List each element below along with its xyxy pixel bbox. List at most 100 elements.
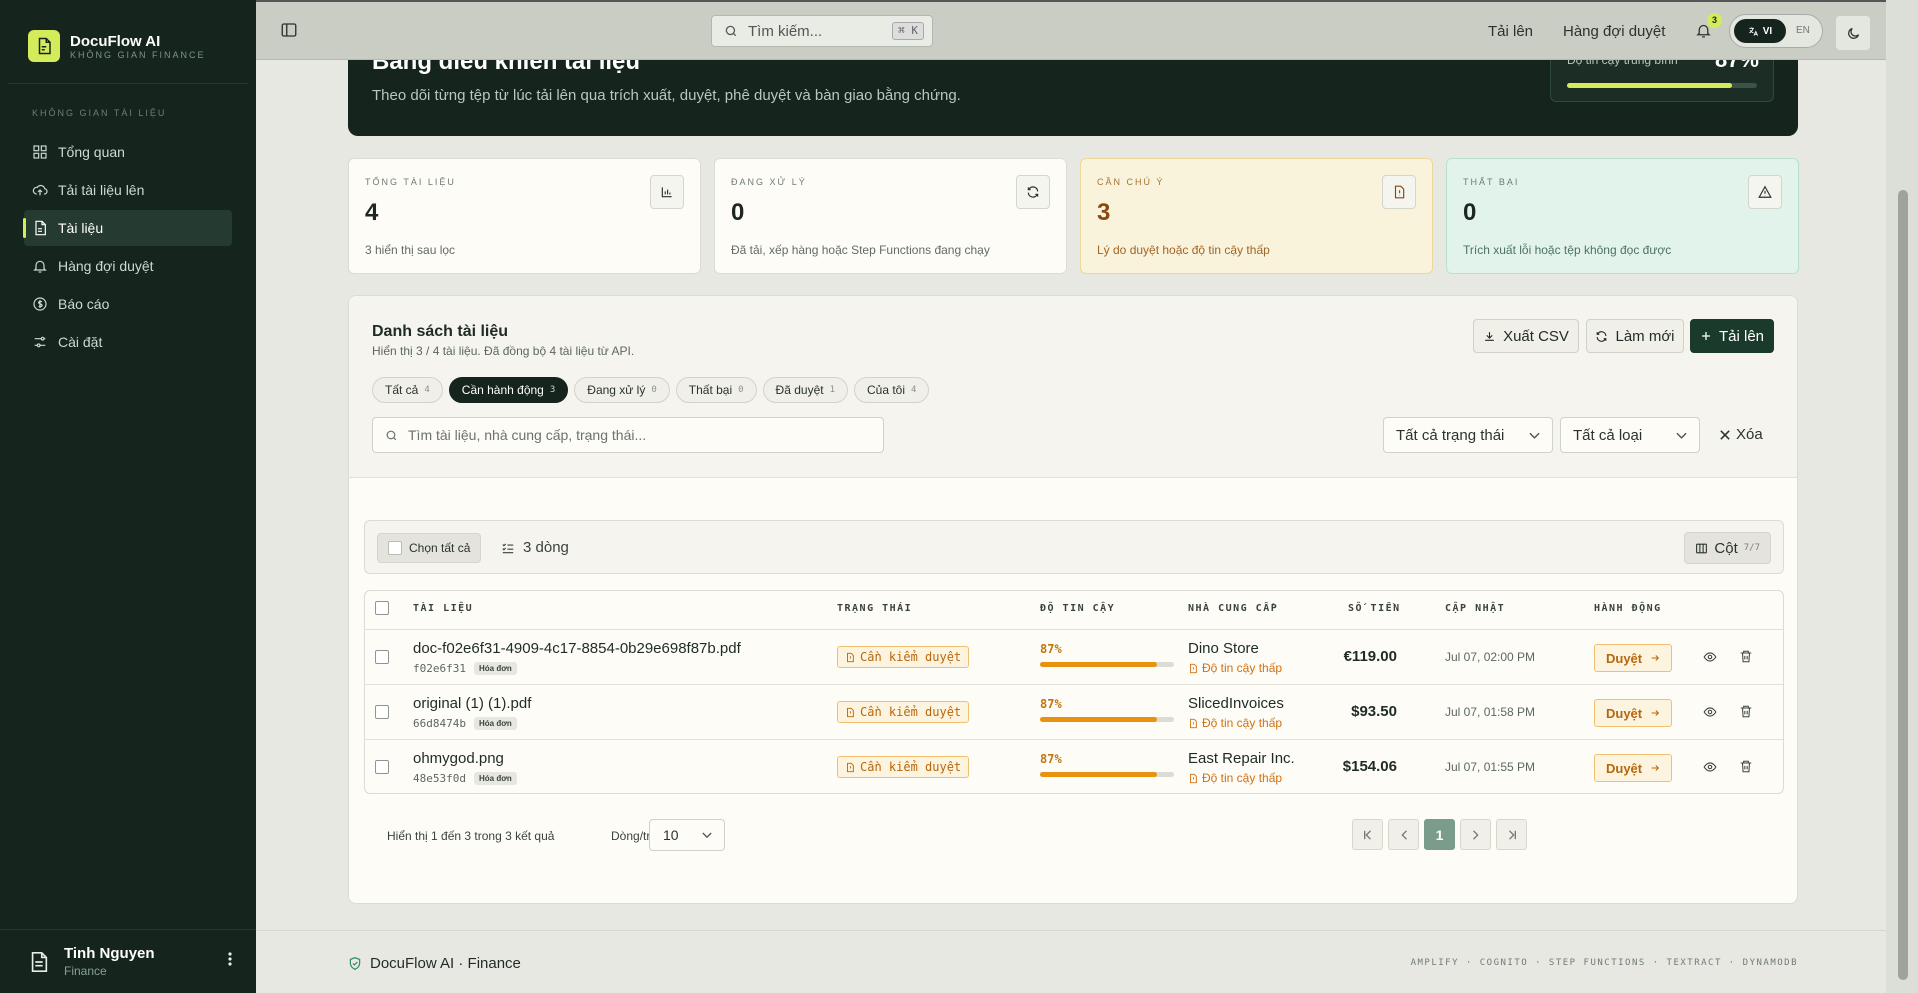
status-label: Cần kiểm duyệt (860, 705, 962, 719)
confidence-progress (1567, 83, 1757, 88)
confidence-bar-fill (1040, 662, 1157, 667)
confidence-bar-fill (1040, 772, 1157, 777)
language-vi-button[interactable]: VI (1734, 19, 1786, 43)
column-header-updated[interactable]: CẬP NHẬT (1445, 603, 1505, 614)
chip-mine[interactable]: Của tôi 4 (854, 377, 930, 403)
upload-button[interactable]: Tải lên (1690, 319, 1774, 353)
alert-file-icon (847, 762, 854, 772)
table-row[interactable]: ohmygod.png 48e53f0d Hóa đơn Cần kiểm duy… (365, 740, 1783, 795)
global-search[interactable]: Tìm kiếm... ⌘ K (711, 15, 933, 47)
select-all-checkbox[interactable] (388, 541, 402, 555)
low-confidence-flag: Độ tin cậy thấp (1188, 771, 1282, 785)
stat-label: TỔNG TÀI LIỆU (365, 177, 456, 187)
status-badge: Cần kiểm duyệt (837, 756, 970, 778)
sidebar-item-reports[interactable]: Báo cáo (24, 286, 232, 322)
stat-description: Đã tải, xếp hàng hoặc Step Functions đan… (731, 243, 990, 257)
row-checkbox[interactable] (375, 705, 389, 719)
document-name[interactable]: original (1) (1).pdf (413, 695, 531, 712)
approve-button[interactable]: Duyệt (1594, 699, 1673, 727)
confidence-cell: 87% (1040, 697, 1174, 722)
stat-description: Lý do duyệt hoặc độ tin cậy thấp (1097, 243, 1270, 257)
chip-processing[interactable]: Đang xử lý 0 (574, 377, 670, 403)
select-all-button[interactable]: Chọn tất cả (377, 533, 482, 563)
more-vertical-icon[interactable] (228, 952, 232, 966)
document-name[interactable]: ohmygod.png (413, 750, 504, 767)
cloud-upload-icon (32, 184, 48, 196)
document-type-tag: Hóa đơn (473, 772, 517, 785)
list-check-icon (502, 543, 514, 553)
page-1-button[interactable]: 1 (1424, 819, 1455, 850)
stat-label: CẦN CHÚ Ý (1097, 177, 1165, 187)
refresh-button[interactable]: Làm mới (1586, 319, 1684, 353)
column-header-confidence[interactable]: ĐỘ TIN CẬY (1040, 603, 1115, 614)
footer-brand: DocuFlow AI · Finance (348, 955, 521, 972)
table-row[interactable]: doc-f02e6f31-4909-4c17-8854-0b29e698f87b… (365, 630, 1783, 685)
type-filter-select[interactable]: Tất cả loại (1560, 417, 1700, 453)
brand[interactable]: DocuFlow AI KHÔNG GIAN FINANCE (28, 30, 206, 62)
approve-button[interactable]: Duyệt (1594, 754, 1673, 782)
user-profile[interactable]: Tinh Nguyen Finance (0, 929, 256, 993)
header-link-review-queue[interactable]: Hàng đợi duyệt (1563, 23, 1665, 40)
prev-page-button[interactable] (1388, 819, 1419, 850)
view-eye-icon[interactable] (1702, 760, 1718, 774)
view-eye-icon[interactable] (1702, 650, 1718, 664)
translate-icon (1748, 26, 1758, 36)
notification-count-badge: 3 (1707, 13, 1722, 28)
user-document-icon (31, 951, 48, 972)
approve-button[interactable]: Duyệt (1594, 644, 1673, 672)
delete-trash-icon[interactable] (1739, 759, 1753, 774)
status-label: Cần kiểm duyệt (860, 650, 962, 664)
delete-trash-icon[interactable] (1739, 704, 1753, 719)
column-header-document[interactable]: TÀI LIỆU (413, 603, 473, 614)
status-badge: Cần kiểm duyệt (837, 701, 970, 723)
header-link-upload[interactable]: Tải lên (1488, 23, 1533, 40)
rows-per-page-select[interactable]: 10 (649, 819, 725, 851)
panel-subtitle: Hiển thị 3 / 4 tài liệu. Đã đồng bộ 4 tà… (372, 344, 635, 358)
last-page-button[interactable] (1496, 819, 1527, 850)
chip-all[interactable]: Tất cả 4 (372, 377, 443, 403)
row-checkbox[interactable] (375, 650, 389, 664)
arrow-right-icon (1651, 765, 1660, 771)
updated-time: Jul 07, 01:55 PM (1445, 760, 1536, 774)
chip-needs-action[interactable]: Cần hành động 3 (448, 377, 569, 403)
first-page-button[interactable] (1352, 819, 1383, 850)
table-row[interactable]: original (1) (1).pdf 66d8474b Hóa đơn Cần… (365, 685, 1783, 740)
chip-failed[interactable]: Thất bại 0 (675, 377, 757, 403)
sidebar-item-review-queue[interactable]: Hàng đợi duyệt (24, 248, 232, 284)
sidebar-item-documents[interactable]: Tài liệu (23, 210, 232, 246)
column-header-vendor[interactable]: NHÀ CUNG CẤP (1188, 603, 1278, 614)
language-en-button[interactable]: EN (1796, 25, 1810, 36)
columns-button[interactable]: Cột 7/7 (1684, 532, 1771, 564)
document-search-input[interactable]: Tìm tài liệu, nhà cung cấp, trạng thái..… (372, 417, 884, 453)
page-scrollbar[interactable] (1886, 0, 1918, 993)
sidebar-item-settings[interactable]: Cài đặt (24, 324, 232, 360)
documents-table: TÀI LIỆU TRẠNG THÁI ĐỘ TIN CẬY NHÀ CUNG … (364, 590, 1784, 794)
status-filter-select[interactable]: Tất cả trạng thái (1383, 417, 1553, 453)
sidebar-item-label: Báo cáo (58, 296, 110, 312)
document-id-value: f02e6f31 (413, 662, 466, 675)
confidence-bar-fill (1040, 717, 1157, 722)
view-eye-icon[interactable] (1702, 705, 1718, 719)
sidebar-item-upload[interactable]: Tải tài liệu lên (24, 172, 232, 208)
arrow-right-icon (1651, 710, 1660, 716)
bar-chart-icon (650, 175, 684, 209)
export-csv-button[interactable]: Xuất CSV (1473, 319, 1579, 353)
language-switcher[interactable]: VI EN (1729, 14, 1823, 48)
column-header-amount[interactable]: SỐ TIỀN (1348, 603, 1401, 614)
document-name[interactable]: doc-f02e6f31-4909-4c17-8854-0b29e698f87b… (413, 640, 741, 657)
row-checkbox[interactable] (375, 760, 389, 774)
header-select-checkbox[interactable] (375, 601, 389, 615)
clear-filters-button[interactable]: Xóa (1720, 426, 1763, 443)
column-header-status[interactable]: TRẠNG THÁI (837, 603, 912, 614)
delete-trash-icon[interactable] (1739, 649, 1753, 664)
amount: $93.50 (1351, 703, 1397, 720)
theme-toggle[interactable] (1836, 16, 1870, 50)
next-page-button[interactable] (1460, 819, 1491, 850)
sidebar-toggle-icon[interactable] (280, 21, 298, 39)
chip-approved[interactable]: Đã duyệt 1 (762, 377, 848, 403)
language-vi-label: VI (1762, 25, 1773, 37)
scrollbar-thumb[interactable] (1898, 190, 1908, 980)
stat-description: 3 hiển thị sau lọc (365, 243, 456, 257)
sidebar-item-overview[interactable]: Tổng quan (24, 134, 232, 170)
document-id: f02e6f31 Hóa đơn (413, 662, 517, 675)
